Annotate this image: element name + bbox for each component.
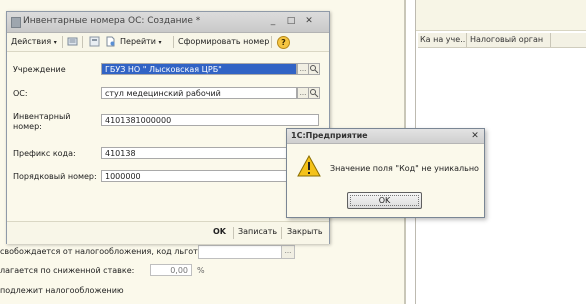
inventory-number-field[interactable]: 4101381000000	[101, 114, 319, 126]
message-box-close-button[interactable]: ✕	[469, 130, 481, 142]
focus-rectangle	[350, 195, 419, 206]
maximize-button[interactable]: □	[285, 15, 297, 27]
save-button[interactable]: Записать	[238, 227, 277, 236]
close-button[interactable]: Закрыть	[287, 227, 323, 236]
dropdown-arrow-icon: ▾	[158, 39, 162, 46]
ok-button[interactable]: OK	[213, 227, 226, 236]
window-toolbar: Действия ▾ Перейти ▾ Сформировать номер …	[7, 33, 329, 52]
window-title: Инвентарные номера ОС: Создание *	[23, 16, 201, 26]
institution-label: Учреждение	[13, 65, 66, 74]
tax-exempt-code-field[interactable]	[198, 245, 282, 259]
list-icon[interactable]	[67, 36, 78, 47]
toolbar-separator	[271, 36, 272, 48]
magnifier-icon	[310, 65, 319, 74]
reduced-rate-label: лагается по сниженной ставке:	[0, 266, 135, 275]
message-ok-button[interactable]: OK	[347, 192, 422, 209]
toolbar-separator	[82, 36, 83, 48]
column-separator	[466, 33, 467, 47]
magnifier-icon	[310, 89, 319, 98]
message-box: 1С:Предприятие ✕ Значение поля "Код" не …	[286, 128, 485, 218]
button-separator	[233, 227, 234, 239]
os-open-button[interactable]	[308, 87, 320, 99]
goto-menu[interactable]: Перейти ▾	[120, 37, 162, 46]
column-header-account[interactable]: Ка на уче...	[420, 35, 468, 44]
dropdown-arrow-icon: ▾	[53, 39, 57, 46]
window-button-bar: OK Записать Закрыть	[7, 221, 329, 244]
inventory-label-line1: Инвентарный	[13, 112, 71, 121]
column-header-tax-authority[interactable]: Налоговый орган	[470, 35, 543, 44]
prefix-label: Префикс кода:	[13, 149, 76, 158]
close-window-button[interactable]: ✕	[303, 15, 315, 27]
reduced-rate-field[interactable]: 0,00	[150, 264, 192, 276]
generate-number-button[interactable]: Сформировать номер	[178, 37, 269, 46]
tax-exempt-label: свобождается от налогообложения, код льг…	[0, 247, 205, 256]
tax-exempt-select-button[interactable]: ...	[281, 245, 295, 259]
inventory-label-line2: номер:	[13, 122, 42, 131]
actions-menu[interactable]: Действия ▾	[11, 37, 57, 46]
minimize-button[interactable]: _	[267, 15, 279, 27]
toolbar-separator	[173, 36, 174, 48]
percent-sign: %	[197, 266, 205, 275]
toolbar-separator	[62, 36, 63, 48]
message-box-title: 1С:Предприятие	[291, 131, 368, 140]
button-separator	[281, 227, 282, 239]
document-icon[interactable]	[105, 36, 116, 47]
window-titlebar[interactable]: Инвентарные номера ОС: Создание * _ □ ✕	[7, 12, 329, 33]
column-separator	[550, 33, 551, 47]
institution-field[interactable]: ГБУЗ НО " Лысковская ЦРБ"	[101, 63, 297, 75]
warning-icon	[297, 155, 321, 177]
inventory-numbers-window: Инвентарные номера ОС: Создание * _ □ ✕ …	[6, 11, 330, 244]
not-taxable-label: подлежит налогообложению	[0, 286, 124, 295]
institution-open-button[interactable]	[308, 63, 320, 75]
background-list-toolbar	[415, 0, 586, 31]
help-icon[interactable]: ?	[277, 36, 290, 49]
os-field[interactable]: стул медецинский рабочий	[101, 87, 297, 99]
sequence-label: Порядковый номер:	[13, 172, 97, 181]
os-label: ОС:	[13, 89, 28, 98]
window-icon	[11, 17, 21, 28]
message-box-titlebar[interactable]: 1С:Предприятие ✕	[287, 129, 484, 144]
structure-icon[interactable]	[89, 36, 100, 47]
goto-label: Перейти	[120, 37, 156, 46]
actions-label: Действия	[11, 37, 52, 46]
message-text: Значение поля "Код" не уникально	[330, 164, 479, 173]
